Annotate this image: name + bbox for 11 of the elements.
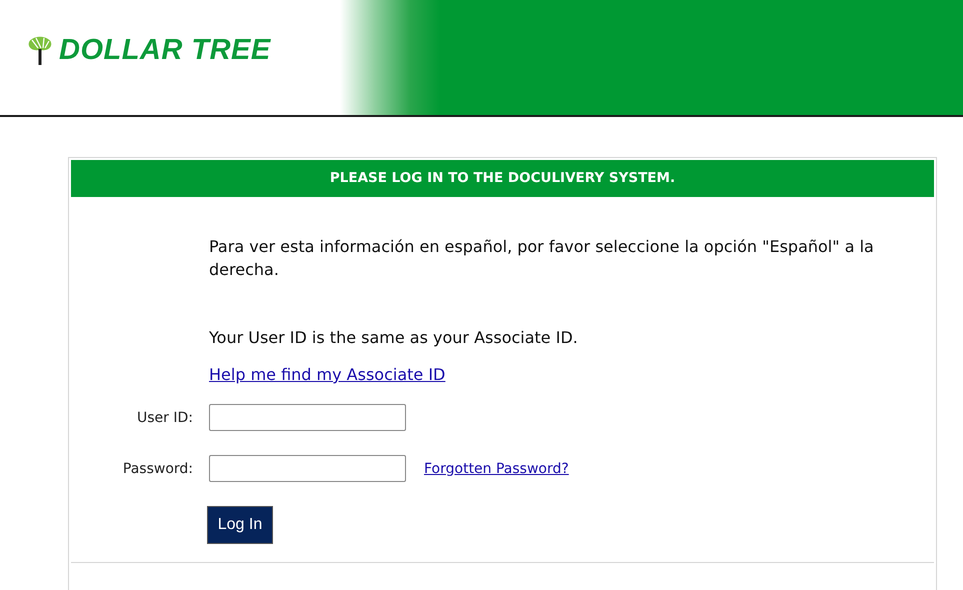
log-in-button[interactable]: Log In — [207, 506, 273, 544]
forgotten-password-link[interactable]: Forgotten Password? — [424, 460, 569, 476]
field-label: Password: — [122, 460, 193, 476]
help-link[interactable]: Help me find my Associate ID — [209, 365, 446, 384]
password-field[interactable] — [209, 455, 406, 482]
info-text: Your User ID is the same as your Associate ID. — [209, 327, 579, 349]
notice-text: Para ver esta información en español, por favor seleccione la opción "Español" a la derecha. — [209, 236, 875, 281]
user-id-field[interactable] — [209, 404, 406, 431]
field-label: User ID: — [136, 410, 193, 426]
panel-title: PLEASE LOG IN TO THE DOCULIVERY SYSTEM. — [71, 160, 934, 197]
logo-text: DOLLAR TREE — [59, 34, 271, 67]
